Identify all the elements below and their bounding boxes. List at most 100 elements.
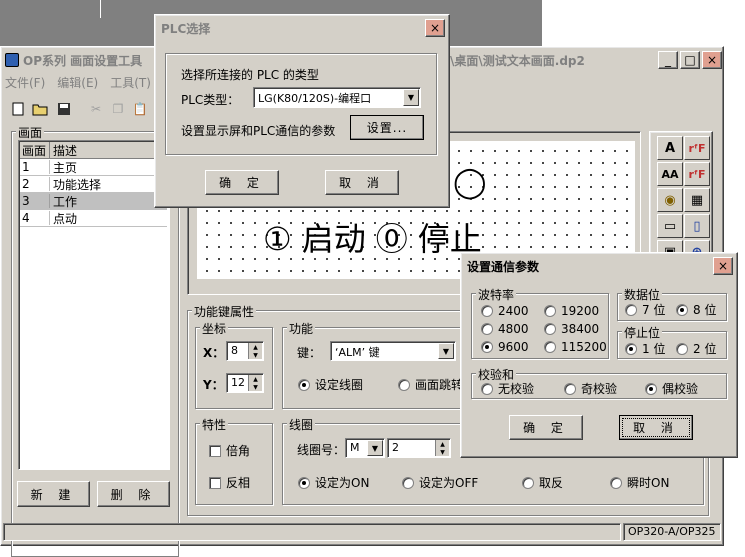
- row-desc: 工作: [53, 194, 78, 209]
- table-row[interactable]: 1 主页: [20, 159, 167, 176]
- set-on-radio[interactable]: 设定为ON: [298, 474, 369, 491]
- x-spinner[interactable]: 8 ▲ ▼: [226, 341, 264, 361]
- coil-type-dropdown[interactable]: M ▼: [345, 438, 385, 458]
- parity-none-radio[interactable]: 无校验: [481, 380, 534, 397]
- radio-icon: [522, 476, 534, 489]
- menu-edit[interactable]: 编辑(E): [57, 74, 98, 92]
- momentary-label: 瞬时ON: [627, 476, 670, 490]
- comm-close-button[interactable]: ×: [713, 257, 733, 275]
- baud-4800-radio[interactable]: 4800: [481, 322, 529, 336]
- table-row-selected[interactable]: 3 工作: [20, 193, 167, 210]
- cut-icon[interactable]: ✂: [85, 99, 107, 119]
- main-title-path: \桌面\测试文本画面.dp2: [450, 53, 585, 68]
- font-color-icon[interactable]: rᶠF: [684, 162, 710, 186]
- radio-icon: [676, 303, 688, 316]
- x-value: 8: [231, 344, 238, 357]
- row-id: 1: [20, 160, 50, 174]
- coil-label: 线圈: [287, 416, 316, 433]
- minimize-button[interactable]: _: [658, 51, 678, 69]
- function-label: 功能: [287, 320, 316, 337]
- chevron-down-icon[interactable]: ▼: [403, 89, 419, 106]
- screen-group-label: 画面: [16, 124, 45, 141]
- coil-spin-arrows[interactable]: ▲ ▼: [435, 440, 449, 456]
- x-spin-arrows[interactable]: ▲ ▼: [248, 343, 262, 359]
- plc-close-button[interactable]: ×: [425, 19, 445, 37]
- start-text: 启动: [301, 220, 366, 258]
- baud-115200-radio[interactable]: 115200: [544, 340, 607, 354]
- close-button[interactable]: ×: [702, 51, 722, 69]
- screen-jump-radio[interactable]: 画面跳转: [398, 376, 463, 393]
- baud-115200-label: 115200: [561, 340, 607, 354]
- parity-even-radio[interactable]: 偶校验: [645, 380, 698, 397]
- parity-even-label: 偶校验: [662, 382, 699, 396]
- screen-list[interactable]: 画面 描述 1 主页 2 功能选择 3 工作 4 点动: [18, 140, 170, 470]
- chevron-down-icon[interactable]: ▼: [367, 440, 383, 456]
- row-id: 4: [20, 211, 50, 225]
- baud-38400-radio[interactable]: 38400: [544, 322, 599, 336]
- plc-settings-button[interactable]: 设置...: [350, 115, 424, 140]
- set-coil-radio[interactable]: 设定线圈: [298, 376, 363, 393]
- new-file-icon[interactable]: [7, 99, 29, 119]
- bitmap-icon[interactable]: ▦: [684, 188, 710, 212]
- delete-screen-button[interactable]: 删 除: [97, 481, 170, 507]
- plc-prompt: 选择所连接的 PLC 的类型: [181, 68, 319, 82]
- open-folder-icon[interactable]: [29, 99, 51, 119]
- chevron-down-icon[interactable]: ▼: [438, 343, 454, 359]
- bar-tool-icon[interactable]: ▯: [684, 214, 710, 238]
- save-icon[interactable]: [53, 99, 75, 119]
- invert-checkbox[interactable]: 反相: [209, 474, 250, 491]
- key-dropdown[interactable]: ‘ALM’ 键 ▼: [330, 341, 456, 361]
- paste-icon[interactable]: 📋: [129, 99, 151, 119]
- desktop-background-right: [542, 0, 745, 46]
- copy-icon[interactable]: ❐: [107, 99, 129, 119]
- row-id: 2: [20, 177, 50, 191]
- canvas-start-label[interactable]: ① 启动 ⓪ 停止: [263, 219, 482, 259]
- coil-no-value: 2: [392, 441, 399, 454]
- set-off-label: 设定为OFF: [419, 476, 479, 490]
- databits-7-radio[interactable]: 7 位: [625, 301, 665, 318]
- stopbits-1-radio[interactable]: 1 位: [625, 340, 665, 357]
- header-screen[interactable]: 画面: [20, 141, 50, 159]
- comm-ok-button[interactable]: 确 定: [509, 415, 583, 440]
- radio-icon: [676, 342, 688, 355]
- screen-jump-label: 画面跳转: [415, 378, 464, 392]
- coil-no-spinner[interactable]: 2 ▲ ▼: [387, 438, 451, 458]
- plc-ok-button[interactable]: 确 定: [205, 170, 279, 195]
- canvas-top-symbol[interactable]: ◯: [453, 168, 487, 198]
- set-off-radio[interactable]: 设定为OFF: [402, 474, 478, 491]
- menu-file[interactable]: 文件(F): [5, 74, 45, 92]
- text-tool-icon[interactable]: A: [657, 136, 683, 160]
- baud-2400-radio[interactable]: 2400: [481, 304, 529, 318]
- y-spin-arrows[interactable]: ▲ ▼: [248, 375, 262, 391]
- parity-odd-radio[interactable]: 奇校验: [564, 380, 617, 397]
- baud-4800-label: 4800: [498, 322, 529, 336]
- plc-comm-prompt: 设置显示屏和PLC通信的参数: [181, 124, 336, 138]
- comm-cancel-button[interactable]: 取 消: [619, 415, 693, 440]
- double-angle-checkbox[interactable]: 倍角: [209, 442, 250, 459]
- baud-9600-radio[interactable]: 9600: [481, 340, 529, 354]
- table-row[interactable]: 2 功能选择: [20, 176, 167, 193]
- stopbits-1-label: 1 位: [642, 342, 666, 356]
- maximize-button[interactable]: □: [680, 51, 700, 69]
- momentary-radio[interactable]: 瞬时ON: [610, 474, 669, 491]
- plc-cancel-button[interactable]: 取 消: [325, 170, 399, 195]
- menu-tools[interactable]: 工具(T): [110, 74, 151, 92]
- stopbits-2-radio[interactable]: 2 位: [676, 340, 716, 357]
- y-spinner[interactable]: 12 ▲ ▼: [226, 373, 264, 393]
- text-size-icon[interactable]: AA: [657, 162, 683, 186]
- menu-bar: 文件(F) 编辑(E) 工具(T): [5, 74, 151, 92]
- row-desc: 功能选择: [53, 177, 102, 192]
- table-row[interactable]: 4 点动: [20, 210, 167, 227]
- databits-8-radio[interactable]: 8 位: [676, 301, 716, 318]
- radio-icon: [298, 476, 310, 489]
- button-tool-icon[interactable]: ▭: [657, 214, 683, 238]
- header-desc[interactable]: 描述: [50, 142, 77, 159]
- plc-type-dropdown[interactable]: LG(K80/120S)-编程口 ▼: [253, 87, 421, 108]
- baud-38400-label: 38400: [561, 322, 600, 336]
- plc-dialog-title-bar: PLC选择 ×: [157, 17, 447, 39]
- font-tool-icon[interactable]: rᶠF: [684, 136, 710, 160]
- baud-19200-radio[interactable]: 19200: [544, 304, 599, 318]
- lamp-icon[interactable]: ◉: [657, 188, 683, 212]
- toggle-radio[interactable]: 取反: [522, 474, 563, 491]
- new-screen-button[interactable]: 新 建: [17, 481, 90, 507]
